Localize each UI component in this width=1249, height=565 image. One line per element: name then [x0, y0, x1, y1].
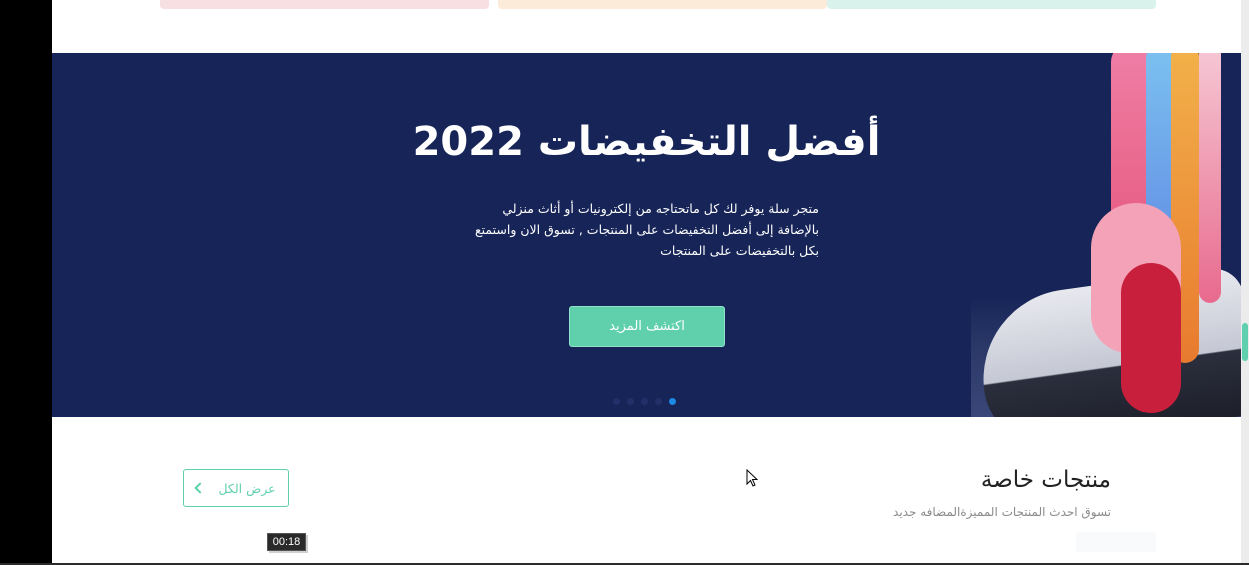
- category-card-orange[interactable]: [498, 0, 827, 9]
- carousel-dot-active[interactable]: [669, 398, 676, 405]
- view-all-label: عرض الكل: [218, 480, 276, 496]
- section-subtitle: تسوق احدث المنتجات المميزةالمضافه جديد: [893, 505, 1111, 519]
- web-page: أفضل التخفيضات 2022 متجر سلة يوفر لك كل …: [52, 0, 1241, 563]
- screen: أفضل التخفيضات 2022 متجر سلة يوفر لك كل …: [0, 0, 1249, 565]
- category-card-pink[interactable]: [160, 0, 489, 9]
- scrollbar-thumb[interactable]: [1242, 323, 1248, 361]
- carousel-dot[interactable]: [655, 398, 662, 405]
- section-title: منتجات خاصة: [980, 467, 1111, 493]
- hero-description: متجر سلة يوفر لك كل ماتحتاجه من إلكتروني…: [474, 201, 819, 258]
- discover-more-button[interactable]: اكتشف المزيد: [569, 306, 725, 347]
- carousel-dot[interactable]: [613, 398, 620, 405]
- view-all-button[interactable]: عرض الكل: [183, 469, 289, 507]
- hero-banner: أفضل التخفيضات 2022 متجر سلة يوفر لك كل …: [52, 53, 1241, 417]
- carousel-dot[interactable]: [641, 398, 648, 405]
- category-card-green[interactable]: [827, 0, 1156, 9]
- carousel-dots: [613, 398, 676, 405]
- chevron-left-icon: [194, 482, 207, 494]
- carousel-dot[interactable]: [627, 398, 634, 405]
- video-timestamp: 00:18: [267, 533, 306, 551]
- hero-title: أفضل التخفيضات 2022: [412, 119, 881, 165]
- hero-sneaker-image: [971, 53, 1241, 417]
- page-scrollbar[interactable]: [1241, 0, 1249, 565]
- product-card-placeholder: [1076, 532, 1156, 552]
